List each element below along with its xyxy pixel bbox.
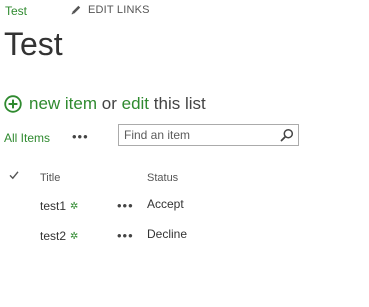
edit-links-button[interactable]: EDIT LINKS [70,4,150,16]
pencil-icon [71,5,81,15]
new-item-badge-icon: ✲ [70,200,79,212]
checkmark-icon[interactable] [9,170,19,180]
this-list-text: this list [153,94,206,113]
search-box [118,124,299,146]
item-status: Decline [147,227,188,241]
edit-links-label: EDIT LINKS [88,4,150,16]
item-menu-button[interactable]: ••• [117,198,134,213]
new-item-bar: new item or edit this list [4,94,206,114]
column-header-title[interactable]: Title [40,172,60,184]
plus-circle-icon[interactable] [4,95,22,113]
item-status: Accept [147,197,184,211]
new-item-link[interactable]: new item [29,94,97,114]
item-title-link[interactable]: test2 [40,229,66,243]
item-title-link[interactable]: test1 [40,199,66,213]
table-row: test2 ✲ [40,229,78,243]
more-views-button[interactable]: ••• [72,129,89,144]
search-input[interactable] [124,126,274,144]
breadcrumb-site-link[interactable]: Test [5,4,27,18]
edit-list-link[interactable]: edit [122,94,149,114]
page-title: Test [4,26,63,62]
item-menu-button[interactable]: ••• [117,228,134,243]
new-item-badge-icon: ✲ [70,230,79,242]
table-row: test1 ✲ [40,199,78,213]
view-all-items[interactable]: All Items [4,131,50,145]
column-header-status[interactable]: Status [147,172,178,184]
search-icon[interactable] [280,128,294,142]
or-text: or [101,94,117,113]
